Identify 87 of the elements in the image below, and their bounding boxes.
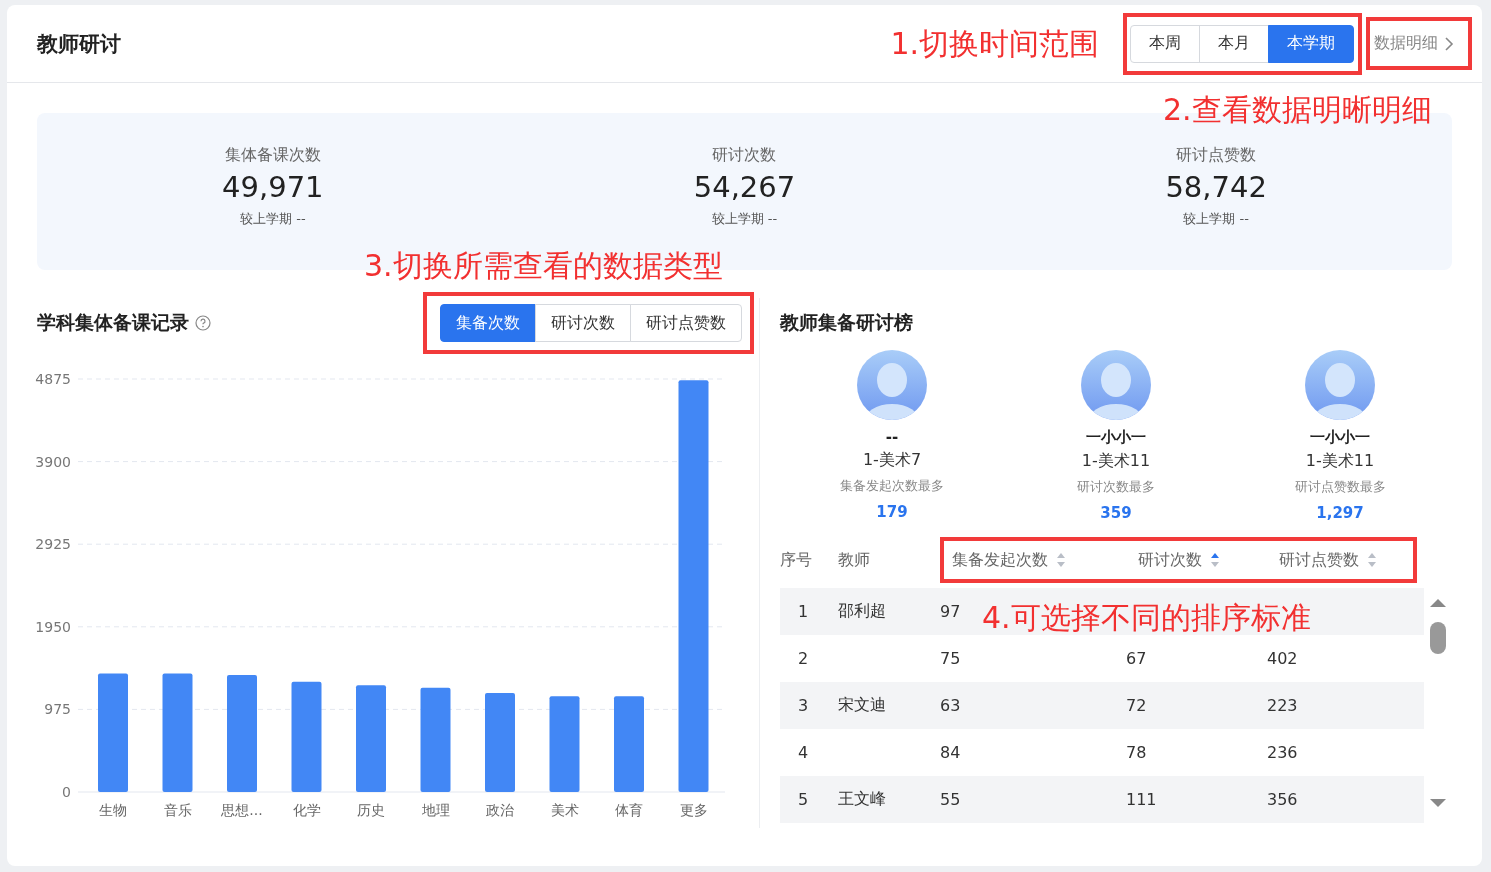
table-cell: 402 — [1267, 649, 1298, 668]
annotation-text: 4.可选择不同的排序标准 — [982, 601, 1311, 634]
table-cell: 4 — [798, 743, 809, 762]
metric-tab[interactable]: 集备次数 — [440, 304, 536, 342]
table-cell: 2 — [798, 649, 809, 668]
stat-value: 54,267 — [693, 170, 796, 204]
table-cell: 5 — [798, 790, 809, 809]
column-header[interactable]: 研讨点赞数 — [1279, 549, 1359, 571]
table-cell: 223 — [1267, 696, 1298, 715]
annotation-text: 2.查看数据明晰明细 — [1163, 93, 1432, 126]
table-cell: 宋文迪 — [838, 695, 886, 714]
teacher-name: 一小小一 — [1086, 428, 1146, 447]
table-cell: 111 — [1126, 790, 1157, 809]
table-cell: 3 — [798, 696, 809, 715]
teacher-name: 一小小一 — [1310, 428, 1370, 447]
table-cell: 55 — [940, 790, 961, 809]
axis-tick-label: 4875 — [35, 371, 71, 387]
period-tab[interactable]: 本周 — [1130, 24, 1200, 63]
stat-comparison: 较上学期 -- — [711, 210, 778, 228]
sort-icon[interactable] — [1210, 552, 1220, 568]
column-header[interactable]: 集备发起次数 — [952, 549, 1048, 571]
stat-comparison: 较上学期 -- — [1183, 210, 1249, 228]
table-cell: 67 — [1126, 649, 1147, 668]
axis-category-label: 生物 — [99, 802, 127, 818]
axis-tick-label: 1950 — [35, 618, 71, 635]
table-cell: 72 — [1126, 696, 1147, 715]
detail-link[interactable]: 数据明细 — [1374, 33, 1454, 54]
axis-tick-label: 0 — [62, 784, 71, 800]
metric-tab[interactable]: 研讨次数 — [535, 304, 631, 342]
stat-value: 49,971 — [222, 170, 324, 204]
award-caption: 研讨点赞数最多 — [1294, 478, 1386, 496]
axis-category-label: 地理 — [421, 802, 450, 818]
axis-category-label: 政治 — [486, 802, 514, 818]
column-header: 教师 — [838, 549, 870, 571]
table-cell: 236 — [1267, 743, 1298, 762]
table-row[interactable]: 5 王文峰 55 111 356 — [780, 776, 1424, 823]
award-value: 179 — [876, 503, 908, 521]
award-caption: 研讨次数最多 — [1077, 478, 1155, 496]
stat-label: 集体备课次数 — [224, 145, 321, 166]
panel-title: 教师集备研讨榜 — [780, 310, 913, 335]
axis-category-label: 美术 — [550, 802, 579, 818]
axis-category-label: 历史 — [357, 802, 385, 818]
annotation-text: 1.切换时间范围 — [890, 27, 1099, 60]
avatar-icon — [1081, 350, 1151, 420]
teacher-group: 1-美术11 — [1305, 451, 1375, 472]
axis-category-label: 音乐 — [163, 802, 192, 818]
axis-category-label: 思想... — [221, 802, 263, 818]
table-row[interactable]: 3 宋文迪 63 72 223 — [780, 682, 1424, 729]
axis-tick-label: 975 — [44, 701, 71, 718]
axis-tick-label: 3900 — [35, 453, 71, 470]
award-value: 1,297 — [1316, 504, 1364, 522]
avatar-icon — [857, 350, 927, 420]
table-cell: 97 — [940, 602, 961, 621]
award-value: 359 — [1100, 504, 1132, 522]
table-cell: 84 — [940, 743, 961, 762]
metric-tab[interactable]: 研讨点赞数 — [630, 304, 742, 342]
page-title: 教师研讨 — [37, 30, 122, 58]
column-header: 序号 — [780, 549, 812, 571]
stat-value: 58,742 — [1165, 170, 1267, 204]
teacher-group: 1-美术11 — [1081, 451, 1151, 472]
table-cell: 78 — [1126, 743, 1147, 762]
period-tab[interactable]: 本月 — [1199, 24, 1269, 63]
annotation-text: 3.切换所需查看的数据类型 — [364, 249, 723, 282]
axis-tick-label: 2925 — [35, 536, 71, 553]
table-cell: 75 — [940, 649, 961, 668]
help-icon[interactable] — [195, 315, 211, 331]
sort-icon[interactable] — [1056, 552, 1066, 568]
table-cell: 王文峰 — [838, 789, 886, 808]
axis-category-label: 化学 — [292, 802, 321, 818]
stat-label: 研讨次数 — [712, 145, 777, 166]
column-header[interactable]: 研讨次数 — [1138, 549, 1202, 571]
sort-icon[interactable] — [1367, 552, 1377, 568]
stat-comparison: 较上学期 -- — [240, 210, 306, 228]
avatar-icon — [1305, 350, 1375, 420]
award-caption: 集备发起次数最多 — [840, 477, 944, 495]
table-cell: 356 — [1267, 790, 1298, 809]
axis-category-label: 更多 — [679, 802, 708, 818]
table-cell: 邵利超 — [838, 601, 886, 620]
panel-title: 学科集体备课记录 — [37, 310, 189, 335]
axis-category-label: 体育 — [615, 802, 643, 818]
table-cell: 1 — [798, 602, 809, 621]
teacher-group: 1-美术7 — [862, 450, 922, 471]
stat-label: 研讨点赞数 — [1176, 145, 1257, 166]
teacher-name: -- — [885, 428, 899, 446]
chevron-right-icon — [1444, 35, 1454, 52]
period-tab[interactable]: 本学期 — [1268, 24, 1354, 63]
table-cell: 63 — [940, 696, 961, 715]
